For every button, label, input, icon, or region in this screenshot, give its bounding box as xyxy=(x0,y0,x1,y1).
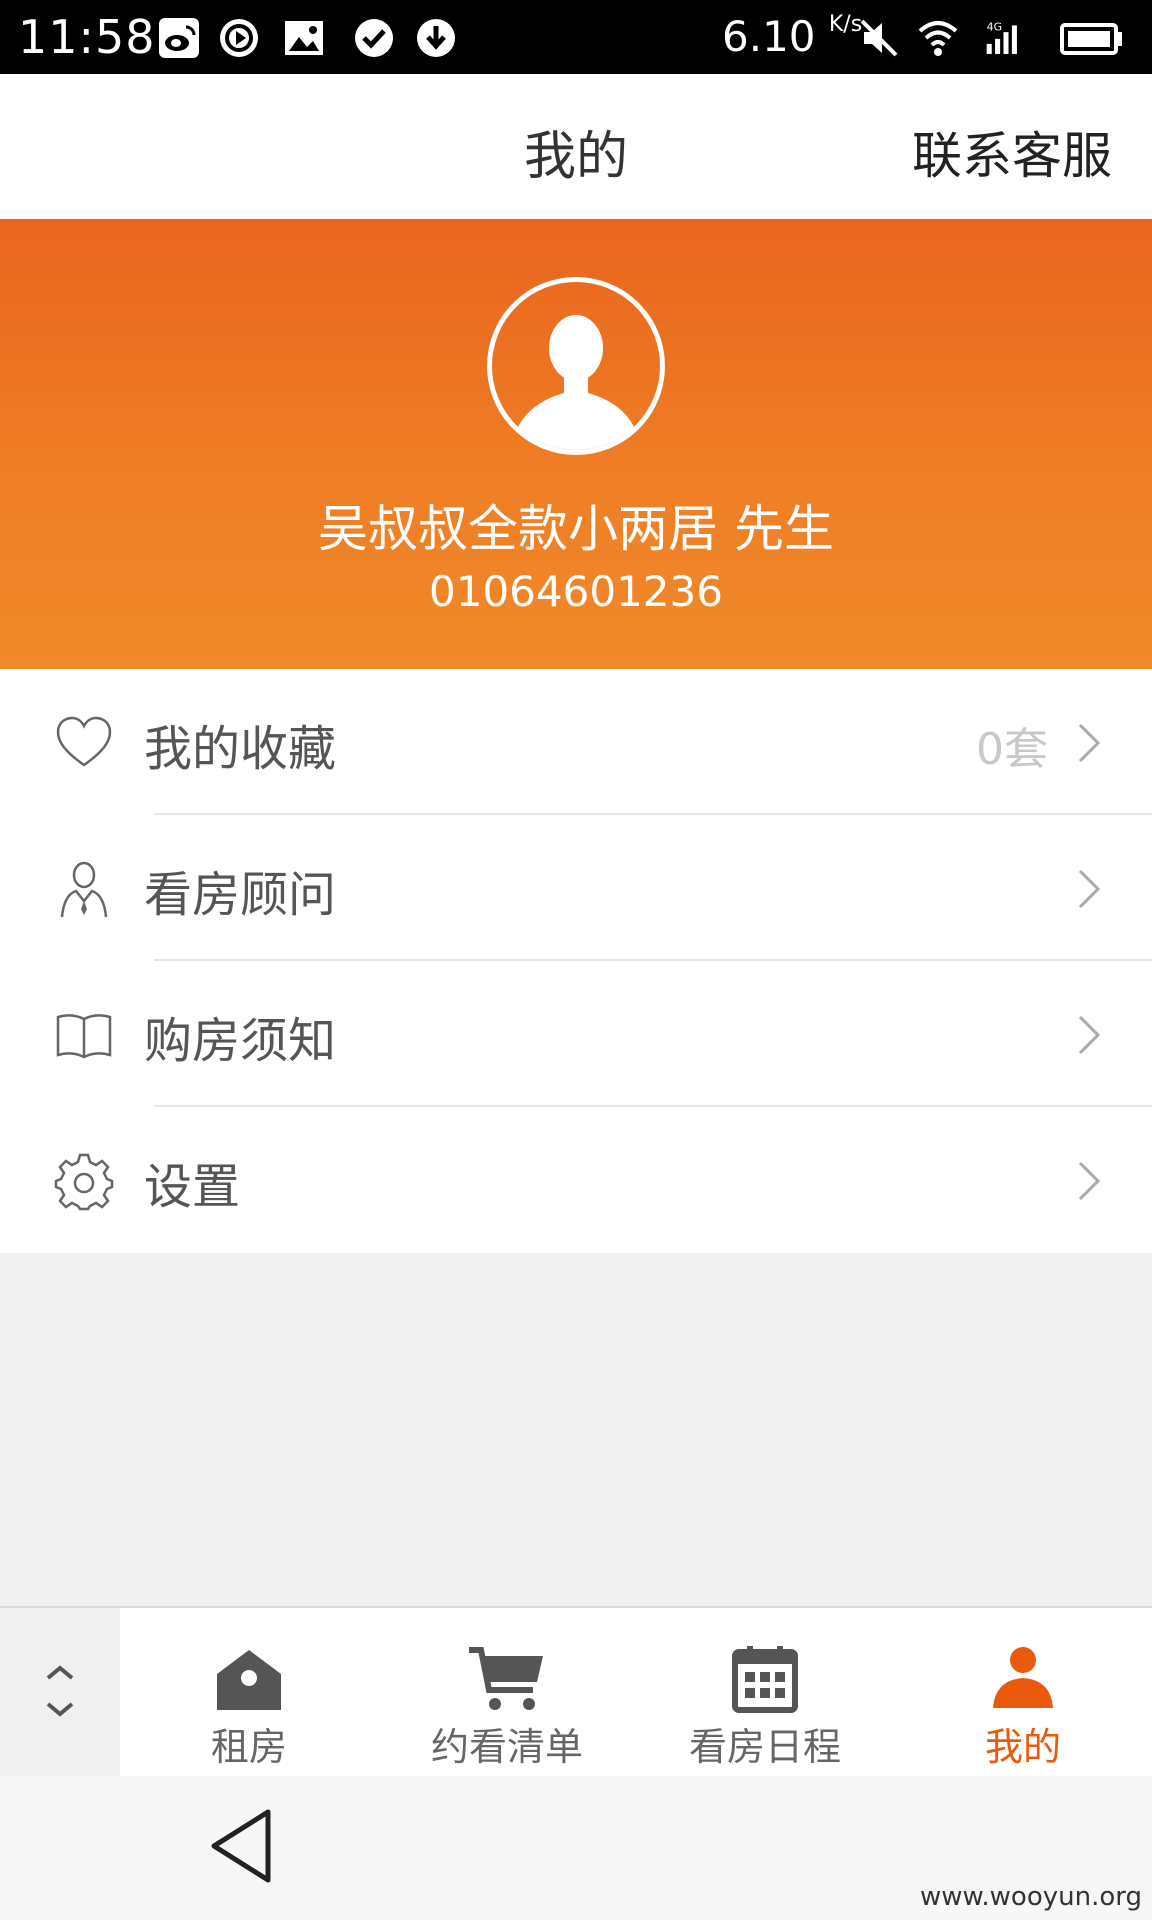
tabbar-toggle-button[interactable] xyxy=(0,1608,120,1778)
tab-label: 租房 xyxy=(210,1725,287,1769)
person-icon xyxy=(993,1647,1053,1708)
watermark: www.wooyun.org xyxy=(919,1882,1142,1912)
cart-icon xyxy=(469,1647,543,1710)
tab-label: 约看清单 xyxy=(430,1725,583,1769)
status-bar: 11:58 6.10 K/s 4G xyxy=(0,0,1152,74)
system-nav-bar: www.wooyun.org xyxy=(0,1776,1152,1920)
weibo-icon xyxy=(159,18,199,58)
gear-icon xyxy=(54,1153,114,1211)
menu-item-label: 我的收藏 xyxy=(144,721,337,777)
bottom-tab-bar: 租房 约看清单 看房日程 我的 xyxy=(0,1606,1152,1778)
contact-service-button[interactable]: 联系客服 xyxy=(912,116,1112,188)
mute-icon xyxy=(860,19,898,57)
tab-mine[interactable]: 我的 xyxy=(894,1608,1152,1778)
menu-item-label: 设置 xyxy=(144,1159,241,1215)
book-icon xyxy=(56,1014,112,1059)
tab-viewing-list[interactable]: 约看清单 xyxy=(378,1608,636,1778)
menu-list: 我的收藏 0套 看房顾问 购房须知 设置 xyxy=(0,669,1152,1253)
chevron-right-icon xyxy=(1078,1161,1101,1201)
house-icon xyxy=(217,1650,281,1710)
svg-text:4G: 4G xyxy=(987,20,1002,33)
profile-header: 吴叔叔全款小两居 先生 01064601236 xyxy=(0,219,1152,669)
advisor-icon xyxy=(60,861,108,918)
status-time: 11:58 xyxy=(18,10,156,64)
check-icon xyxy=(355,19,393,57)
battery-icon xyxy=(1060,23,1122,55)
network-speed: 6.10 K/s xyxy=(722,12,862,61)
media-icon xyxy=(220,19,258,57)
menu-item-purchase-guide[interactable]: 购房须知 xyxy=(0,961,1152,1107)
download-icon xyxy=(417,19,455,57)
tab-viewing-schedule[interactable]: 看房日程 xyxy=(636,1608,894,1778)
chevron-right-icon xyxy=(1078,1015,1101,1055)
wifi-icon xyxy=(918,21,958,56)
signal-icon: 4G xyxy=(986,20,1017,54)
heart-icon xyxy=(56,716,112,767)
menu-item-advisor[interactable]: 看房顾问 xyxy=(0,815,1152,961)
menu-item-label: 看房顾问 xyxy=(144,867,337,923)
tab-label: 我的 xyxy=(984,1725,1061,1769)
nav-bar: 我的 联系客服 xyxy=(0,74,1152,219)
tab-rent[interactable]: 租房 xyxy=(120,1608,378,1778)
user-silhouette-icon xyxy=(512,315,640,450)
chevron-right-icon xyxy=(1078,869,1101,909)
back-icon[interactable] xyxy=(208,1806,274,1886)
favorites-count: 0套 xyxy=(976,724,1048,775)
chevron-right-icon xyxy=(1078,723,1101,763)
tab-label: 看房日程 xyxy=(688,1725,841,1769)
menu-item-favorites[interactable]: 我的收藏 0套 xyxy=(0,669,1152,815)
chevron-up-down-icon xyxy=(46,1665,74,1717)
menu-item-settings[interactable]: 设置 xyxy=(0,1107,1152,1253)
user-phone: 01064601236 xyxy=(429,567,723,616)
gallery-icon xyxy=(285,21,323,55)
user-name: 吴叔叔全款小两居 先生 xyxy=(318,500,834,558)
avatar[interactable] xyxy=(487,277,665,455)
menu-item-label: 购房须知 xyxy=(144,1013,337,1069)
speed-value: 6.10 xyxy=(722,12,816,61)
calendar-icon xyxy=(732,1646,798,1713)
